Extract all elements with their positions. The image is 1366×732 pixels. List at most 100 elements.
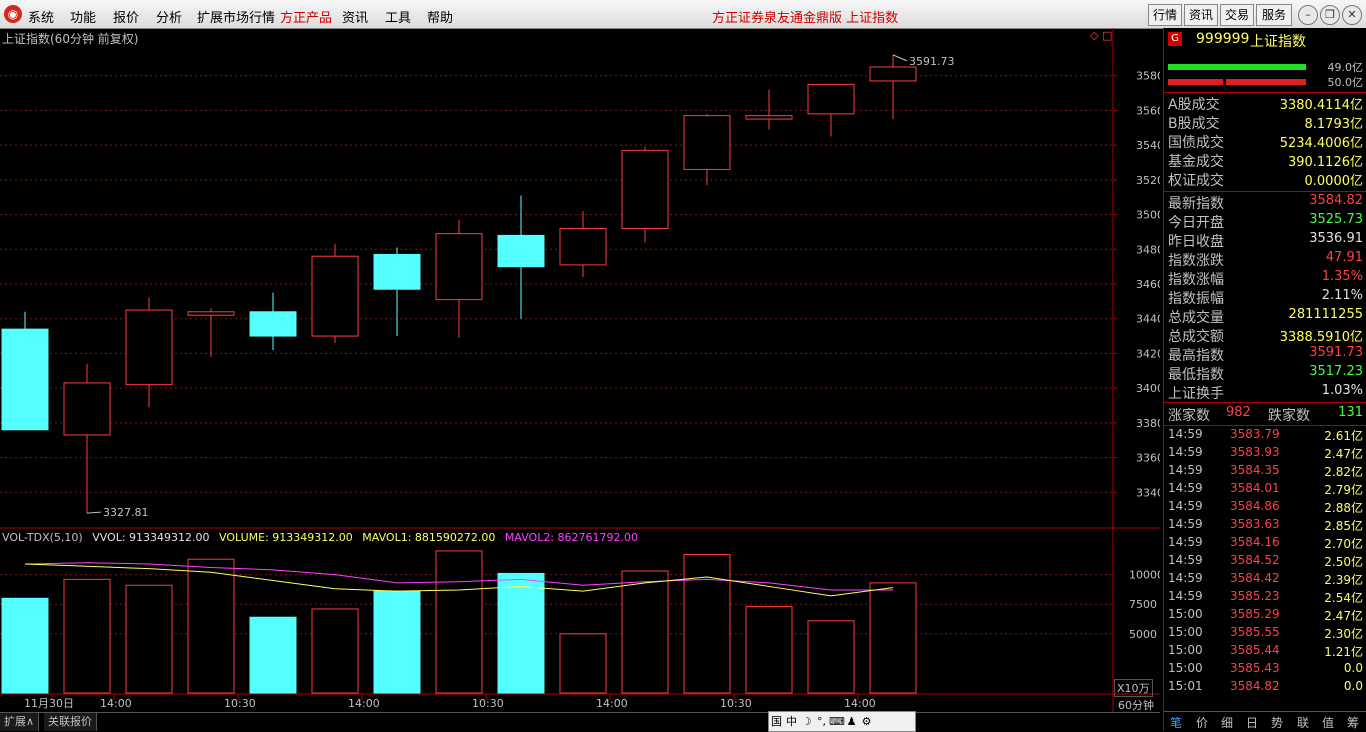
tick-row[interactable]: 14:59 3584.01 2.79亿 [1168, 481, 1363, 499]
up-count: 982 [1226, 405, 1251, 420]
tick-volume: 2.47亿 [1324, 609, 1363, 623]
tick-price: 3585.55 [1230, 625, 1280, 639]
candle-body [311, 255, 359, 337]
price-tick-label: 3500 [1136, 209, 1160, 222]
stat-value: 3525.73 [1309, 212, 1363, 227]
kline-chart[interactable]: 3340 3360 3380 3400 3420 3440 3460 3480 3500 3520… [0, 28, 1160, 712]
turnover-label: A股成交 [1168, 97, 1220, 113]
volume-bar [435, 550, 483, 694]
news-button[interactable]: 资讯 [1184, 4, 1218, 26]
menu-analysis[interactable]: 分析 [156, 7, 182, 26]
menu-extended-market[interactable]: 扩展市场行情 [197, 7, 275, 26]
price-tick-label: 3480 [1136, 243, 1160, 256]
stat-row: 总成交额 3388.5910亿 [1168, 326, 1363, 345]
period-label[interactable]: 60分钟 [1118, 697, 1154, 713]
tick-row[interactable]: 14:59 3584.42 2.39亿 [1168, 571, 1363, 589]
stat-value: 3388.5910亿 [1279, 330, 1363, 345]
tick-row[interactable]: 15:00 3585.55 2.30亿 [1168, 625, 1363, 643]
tick-row[interactable]: 14:59 3584.35 2.82亿 [1168, 463, 1363, 481]
volume-bar [807, 620, 855, 694]
tick-row[interactable]: 15:01 3584.82 0.0 [1168, 679, 1363, 697]
tick-row[interactable]: 14:59 3584.16 2.70亿 [1168, 535, 1363, 553]
tick-time: 14:59 [1168, 499, 1203, 513]
minimize-icon[interactable]: – [1298, 5, 1318, 25]
volume-bar [621, 570, 669, 694]
menu-tools[interactable]: 工具 [385, 7, 411, 26]
quote-button[interactable]: 行情 [1148, 4, 1182, 26]
tick-volume: 2.47亿 [1324, 447, 1363, 461]
tick-volume: 2.88亿 [1324, 501, 1363, 515]
tick-price: 3584.16 [1230, 535, 1280, 549]
menu-products[interactable]: 方正产品 [280, 7, 332, 26]
tick-row[interactable]: 14:59 3584.86 2.88亿 [1168, 499, 1363, 517]
volume-tick-label: 10000 [1129, 569, 1160, 582]
stat-row: 昨日收盘 3536.91 [1168, 231, 1363, 250]
tick-time: 15:00 [1168, 643, 1203, 657]
candle-body [497, 234, 545, 268]
tab-trend[interactable]: 势 [1271, 714, 1283, 731]
tick-time: 15:00 [1168, 625, 1203, 639]
index-name: 上证指数 [1250, 34, 1306, 50]
app-logo-icon[interactable]: ◉ [4, 5, 22, 23]
user-icon[interactable]: ♟ [844, 712, 859, 731]
close-icon[interactable]: ✕ [1342, 5, 1362, 25]
tick-volume: 2.39亿 [1324, 573, 1363, 587]
restore-icon[interactable]: ❐ [1320, 5, 1340, 25]
tick-row[interactable]: 14:59 3583.93 2.47亿 [1168, 445, 1363, 463]
tick-row[interactable]: 15:00 3585.43 0.0 [1168, 661, 1363, 679]
ime-halfwidth-icon[interactable]: ☽ [799, 712, 814, 731]
wrench-icon[interactable]: ⚙ [859, 712, 874, 731]
tick-row[interactable]: 15:00 3585.29 2.47亿 [1168, 607, 1363, 625]
down-count-label: 跌家数 [1268, 408, 1310, 424]
tab-daily[interactable]: 日 [1246, 714, 1258, 731]
candle-body [373, 253, 421, 290]
ime-country-icon[interactable]: 国 [769, 712, 784, 731]
price-tick-label: 3440 [1136, 313, 1160, 326]
tick-price: 3583.93 [1230, 445, 1280, 459]
tab-trades[interactable]: 笔 [1170, 714, 1182, 731]
volume-bar [683, 553, 731, 694]
tab-detail[interactable]: 细 [1221, 714, 1233, 731]
stat-value: 47.91 [1325, 250, 1363, 265]
menu-system[interactable]: 系统 [28, 7, 54, 26]
menu-function[interactable]: 功能 [70, 7, 96, 26]
turnover-value: 3380.4114亿 [1279, 98, 1363, 113]
price-tick-label: 3340 [1136, 486, 1160, 499]
menu-info[interactable]: 资讯 [342, 7, 368, 26]
volume-bar [125, 584, 173, 694]
trade-button[interactable]: 交易 [1220, 4, 1254, 26]
divider [1164, 425, 1366, 426]
tick-row[interactable]: 14:59 3583.79 2.61亿 [1168, 427, 1363, 445]
ime-chinese-icon[interactable]: 中 [784, 712, 799, 731]
stat-row: 最高指数 3591.73 [1168, 345, 1363, 364]
stat-label: 指数涨跌 [1168, 253, 1224, 269]
keyboard-icon[interactable]: ⌨ [829, 712, 845, 731]
tick-row[interactable]: 15:00 3585.44 1.21亿 [1168, 643, 1363, 661]
menu-help[interactable]: 帮助 [427, 7, 453, 26]
tick-time: 14:59 [1168, 517, 1203, 531]
tick-row[interactable]: 14:59 3585.23 2.54亿 [1168, 589, 1363, 607]
tab-price[interactable]: 价 [1196, 714, 1208, 731]
tick-time: 14:59 [1168, 445, 1203, 459]
stat-row: 上证换手 1.03% [1168, 383, 1363, 402]
price-tick-label: 3560 [1136, 104, 1160, 117]
expand-button[interactable]: 扩展∧ [0, 713, 40, 731]
sell-volume-bar-1 [1168, 79, 1223, 85]
stat-value: 3584.82 [1309, 193, 1363, 208]
tick-price: 3585.23 [1230, 589, 1280, 603]
ime-punct-icon[interactable]: °, [814, 712, 829, 731]
stat-row: 最低指数 3517.23 [1168, 364, 1363, 383]
tab-chips[interactable]: 筹 [1347, 714, 1359, 731]
tick-volume: 2.50亿 [1324, 555, 1363, 569]
tick-row[interactable]: 14:59 3583.63 2.85亿 [1168, 517, 1363, 535]
high-marker [892, 54, 908, 62]
related-quote-button[interactable]: 关联报价 [44, 713, 97, 731]
stat-label: 总成交额 [1168, 329, 1224, 345]
sell-volume-value: 50.0亿 [1327, 76, 1364, 89]
tab-related[interactable]: 联 [1297, 714, 1309, 731]
tick-row[interactable]: 14:59 3584.52 2.50亿 [1168, 553, 1363, 571]
service-button[interactable]: 服务 [1256, 4, 1292, 26]
stat-label: 昨日收盘 [1168, 234, 1224, 250]
tab-value[interactable]: 值 [1322, 714, 1334, 731]
menu-quote[interactable]: 报价 [113, 7, 139, 26]
